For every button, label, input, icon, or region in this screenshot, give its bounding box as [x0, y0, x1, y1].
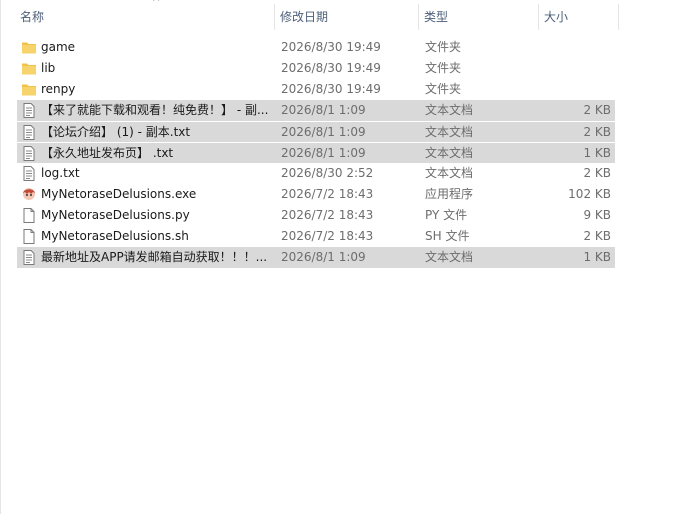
file-row[interactable]: MyNetoraseDelusions.py 2026/7/2 18:43 PY 文…: [17, 205, 615, 226]
file-type: SH 文件: [425, 229, 470, 243]
file-name: MyNetoraseDelusions.sh: [41, 229, 189, 243]
blank-file-icon: [21, 229, 37, 244]
column-header-type[interactable]: 类型: [419, 0, 539, 34]
file-name: 【永久地址发布页】 .txt: [41, 146, 174, 160]
file-name: MyNetoraseDelusions.py: [41, 208, 190, 222]
file-size: 1 KB: [583, 250, 611, 264]
column-header-date[interactable]: 修改日期: [275, 0, 419, 34]
file-type: 文件夹: [425, 82, 462, 96]
file-row[interactable]: MyNetoraseDelusions.exe 2026/7/2 18:43 应用程…: [17, 184, 615, 205]
file-name: MyNetoraseDelusions.exe: [41, 187, 197, 201]
file-date: 2026/8/1 1:09: [281, 103, 366, 117]
text-document-icon: [21, 166, 37, 181]
sort-ascending-icon: ^: [152, 0, 161, 8]
file-type: PY 文件: [425, 208, 468, 222]
file-date: 2026/7/2 18:43: [281, 229, 374, 243]
file-row[interactable]: 最新地址及APP请发邮箱自动获取！！！... 2026/8/1 1:09 文本文档 1…: [17, 247, 615, 268]
column-header-type-label: 类型: [424, 10, 449, 24]
file-size: 2 KB: [583, 166, 611, 180]
blank-file-icon: [21, 208, 37, 223]
file-row[interactable]: MyNetoraseDelusions.sh 2026/7/2 18:43 SH 文…: [17, 226, 615, 247]
folder-icon: [21, 82, 37, 97]
file-name: renpy: [41, 82, 76, 96]
column-header-size-label: 大小: [544, 10, 569, 24]
application-icon: [21, 187, 37, 202]
file-date: 2026/8/30 19:49: [281, 61, 381, 75]
file-size: 9 KB: [583, 208, 611, 222]
file-name: log.txt: [41, 166, 80, 180]
file-list: game 2026/8/30 19:49 文件夹 lib 2026/8/30 19:49…: [17, 37, 615, 268]
file-date: 2026/7/2 18:43: [281, 208, 374, 222]
file-type: 文本文档: [425, 166, 474, 180]
file-size: 1 KB: [583, 146, 611, 160]
file-size: 2 KB: [583, 103, 611, 117]
column-header-bar: 名称 ^ 修改日期 类型 大小: [1, 0, 621, 34]
file-type: 文本文档: [425, 125, 474, 139]
file-list-pane: 名称 ^ 修改日期 类型 大小 game 2026/8/30 19:49 文件夹 li…: [0, 0, 685, 514]
file-row[interactable]: log.txt 2026/8/30 2:52 文本文档 2 KB: [17, 163, 615, 184]
file-date: 2026/8/30 19:49: [281, 40, 381, 54]
column-header-date-label: 修改日期: [280, 10, 329, 24]
text-document-icon: [21, 125, 37, 140]
column-separator[interactable]: [618, 4, 619, 30]
file-type: 文件夹: [425, 40, 462, 54]
file-name: 【论坛介绍】 (1) - 副本.txt: [41, 125, 191, 139]
column-header-size[interactable]: 大小: [539, 0, 619, 34]
file-date: 2026/8/1 1:09: [281, 125, 366, 139]
file-date: 2026/8/30 2:52: [281, 166, 374, 180]
text-document-icon: [21, 146, 37, 161]
file-row[interactable]: lib 2026/8/30 19:49 文件夹: [17, 58, 615, 79]
file-type: 文本文档: [425, 103, 474, 117]
file-date: 2026/7/2 18:43: [281, 187, 374, 201]
file-type: 文本文档: [425, 250, 474, 264]
file-date: 2026/8/1 1:09: [281, 146, 366, 160]
file-type: 应用程序: [425, 187, 474, 201]
file-row[interactable]: game 2026/8/30 19:49 文件夹: [17, 37, 615, 58]
text-document-icon: [21, 250, 37, 265]
text-document-icon: [21, 103, 37, 118]
file-name: 最新地址及APP请发邮箱自动获取！！！...: [41, 250, 268, 264]
file-size: 102 KB: [568, 187, 611, 201]
file-size: 2 KB: [583, 125, 611, 139]
file-date: 2026/8/1 1:09: [281, 250, 366, 264]
file-row[interactable]: 【来了就能下载和观看！纯免费！】 - 副... 2026/8/1 1:09 文本文档…: [17, 100, 615, 121]
file-size: 2 KB: [583, 229, 611, 243]
file-row[interactable]: 【论坛介绍】 (1) - 副本.txt 2026/8/1 1:09 文本文档 2 KB: [17, 121, 615, 142]
column-header-name[interactable]: 名称 ^: [15, 0, 275, 34]
folder-icon: [21, 40, 37, 55]
file-date: 2026/8/30 19:49: [281, 82, 381, 96]
folder-icon: [21, 61, 37, 76]
file-row[interactable]: 【永久地址发布页】 .txt 2026/8/1 1:09 文本文档 1 KB: [17, 142, 615, 163]
file-row[interactable]: renpy 2026/8/30 19:49 文件夹: [17, 79, 615, 100]
file-name: game: [41, 40, 76, 54]
file-name: lib: [41, 61, 56, 75]
file-type: 文本文档: [425, 146, 474, 160]
file-name: 【来了就能下载和观看！纯免费！】 - 副...: [41, 103, 269, 117]
file-type: 文件夹: [425, 61, 462, 75]
column-header-name-label: 名称: [20, 10, 45, 24]
